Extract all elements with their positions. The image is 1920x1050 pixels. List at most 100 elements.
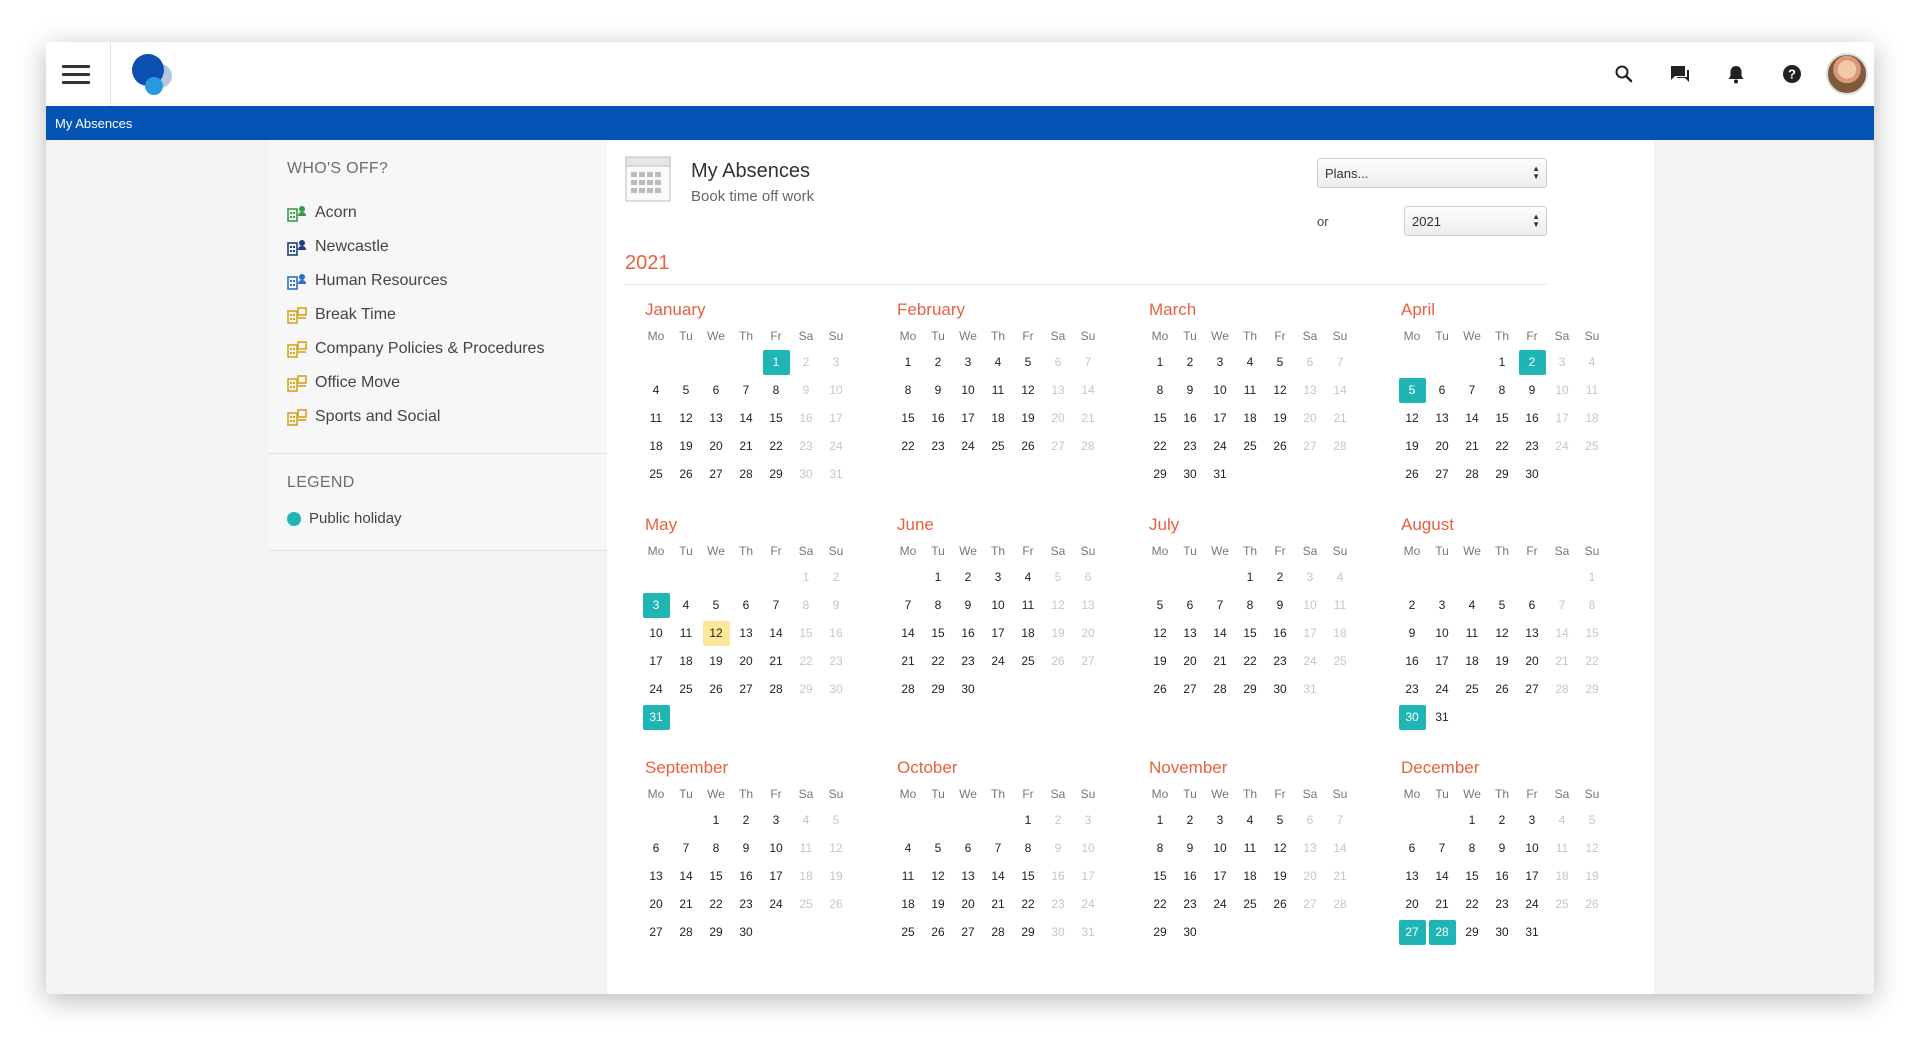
calendar-day[interactable]: 23 [1397, 675, 1427, 703]
calendar-day[interactable]: 23 [923, 432, 953, 460]
calendar-day[interactable]: 22 [791, 647, 821, 675]
calendar-day[interactable]: 3 [1547, 348, 1577, 376]
calendar-day[interactable]: 6 [731, 591, 761, 619]
calendar-day[interactable]: 25 [1013, 647, 1043, 675]
calendar-day[interactable]: 13 [1043, 376, 1073, 404]
calendar-day[interactable]: 17 [1295, 619, 1325, 647]
calendar-day[interactable]: 26 [1265, 890, 1295, 918]
calendar-day[interactable]: 19 [1487, 647, 1517, 675]
calendar-day[interactable]: 26 [1265, 432, 1295, 460]
calendar-day[interactable]: 15 [761, 404, 791, 432]
calendar-day[interactable]: 2 [1265, 563, 1295, 591]
calendar-day[interactable]: 9 [923, 376, 953, 404]
calendar-day[interactable]: 28 [1325, 890, 1355, 918]
calendar-day[interactable]: 30 [1487, 918, 1517, 946]
calendar-day[interactable]: 23 [953, 647, 983, 675]
calendar-day[interactable]: 7 [731, 376, 761, 404]
calendar-day[interactable]: 14 [983, 862, 1013, 890]
calendar-day[interactable]: 19 [1265, 404, 1295, 432]
calendar-day[interactable]: 12 [1577, 834, 1607, 862]
calendar-day[interactable]: 17 [821, 404, 851, 432]
calendar-day[interactable]: 12 [1487, 619, 1517, 647]
calendar-day[interactable]: 8 [1145, 834, 1175, 862]
calendar-day[interactable]: 17 [761, 862, 791, 890]
calendar-day[interactable]: 25 [1547, 890, 1577, 918]
calendar-day[interactable]: 12 [1013, 376, 1043, 404]
calendar-day[interactable]: 6 [1517, 591, 1547, 619]
calendar-day[interactable]: 12 [1043, 591, 1073, 619]
calendar-day[interactable]: 1 [923, 563, 953, 591]
calendar-day[interactable]: 30 [1043, 918, 1073, 946]
calendar-day[interactable]: 28 [983, 918, 1013, 946]
calendar-day[interactable]: 20 [1073, 619, 1103, 647]
calendar-day[interactable]: 18 [1577, 404, 1607, 432]
calendar-day[interactable]: 5 [1013, 348, 1043, 376]
calendar-day[interactable]: 24 [1205, 890, 1235, 918]
public-holiday-day[interactable]: 27 [1397, 918, 1427, 946]
calendar-day[interactable]: 22 [1577, 647, 1607, 675]
calendar-day[interactable]: 1 [893, 348, 923, 376]
calendar-day[interactable]: 21 [671, 890, 701, 918]
calendar-day[interactable]: 7 [893, 591, 923, 619]
calendar-day[interactable]: 9 [1265, 591, 1295, 619]
calendar-day[interactable]: 20 [1175, 647, 1205, 675]
calendar-day[interactable]: 22 [893, 432, 923, 460]
calendar-day[interactable]: 27 [641, 918, 671, 946]
calendar-day[interactable]: 13 [1517, 619, 1547, 647]
plans-select[interactable]: Plans... ▲ ▼ [1317, 158, 1547, 188]
calendar-day[interactable]: 8 [893, 376, 923, 404]
sidebar-item[interactable]: Sports and Social [287, 400, 544, 434]
calendar-day[interactable]: 5 [923, 834, 953, 862]
calendar-day[interactable]: 26 [1487, 675, 1517, 703]
calendar-day[interactable]: 12 [1265, 376, 1295, 404]
calendar-day[interactable]: 30 [731, 918, 761, 946]
calendar-day[interactable]: 9 [1397, 619, 1427, 647]
calendar-day[interactable]: 27 [953, 918, 983, 946]
calendar-day[interactable]: 14 [1073, 376, 1103, 404]
calendar-day[interactable]: 4 [671, 591, 701, 619]
sidebar-item[interactable]: Human Resources [287, 264, 544, 298]
calendar-day[interactable]: 29 [1457, 918, 1487, 946]
calendar-day[interactable]: 4 [641, 376, 671, 404]
calendar-day[interactable]: 7 [1073, 348, 1103, 376]
calendar-day[interactable]: 15 [1013, 862, 1043, 890]
calendar-day[interactable]: 5 [1577, 806, 1607, 834]
calendar-day[interactable]: 25 [1577, 432, 1607, 460]
calendar-day[interactable]: 6 [1295, 806, 1325, 834]
calendar-day[interactable]: 12 [821, 834, 851, 862]
calendar-day[interactable]: 13 [1295, 834, 1325, 862]
calendar-day[interactable]: 4 [1235, 806, 1265, 834]
calendar-day[interactable]: 11 [1325, 591, 1355, 619]
calendar-day[interactable]: 14 [761, 619, 791, 647]
calendar-day[interactable]: 3 [1517, 806, 1547, 834]
calendar-day[interactable]: 30 [1265, 675, 1295, 703]
calendar-day[interactable]: 1 [701, 806, 731, 834]
sidebar-item[interactable]: Office Move [287, 366, 544, 400]
calendar-day[interactable]: 24 [641, 675, 671, 703]
calendar-day[interactable]: 29 [923, 675, 953, 703]
calendar-day[interactable]: 26 [1397, 460, 1427, 488]
calendar-day[interactable]: 10 [1547, 376, 1577, 404]
calendar-day[interactable]: 17 [1427, 647, 1457, 675]
calendar-day[interactable]: 13 [701, 404, 731, 432]
calendar-day[interactable]: 11 [791, 834, 821, 862]
calendar-day[interactable]: 6 [1073, 563, 1103, 591]
calendar-day[interactable]: 16 [953, 619, 983, 647]
sidebar-item[interactable]: Acorn [287, 196, 544, 230]
calendar-day[interactable]: 8 [923, 591, 953, 619]
calendar-day[interactable]: 19 [923, 890, 953, 918]
public-holiday-day[interactable]: 1 [761, 348, 791, 376]
calendar-day[interactable]: 24 [953, 432, 983, 460]
calendar-day[interactable]: 15 [1487, 404, 1517, 432]
calendar-day[interactable]: 18 [1457, 647, 1487, 675]
calendar-day[interactable]: 19 [1397, 432, 1427, 460]
calendar-day[interactable]: 2 [1175, 806, 1205, 834]
calendar-day[interactable]: 18 [1013, 619, 1043, 647]
calendar-day[interactable]: 7 [1325, 806, 1355, 834]
calendar-day[interactable]: 25 [1235, 890, 1265, 918]
calendar-day[interactable]: 26 [923, 918, 953, 946]
calendar-day[interactable]: 22 [1487, 432, 1517, 460]
calendar-day[interactable]: 5 [1043, 563, 1073, 591]
calendar-day[interactable]: 14 [1427, 862, 1457, 890]
calendar-day[interactable]: 10 [1295, 591, 1325, 619]
